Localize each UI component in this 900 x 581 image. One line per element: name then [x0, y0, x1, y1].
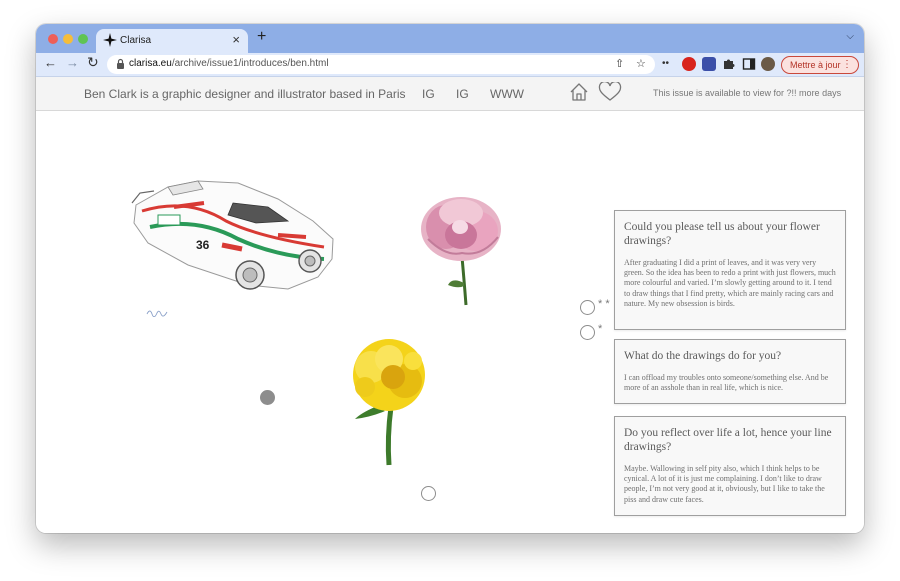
- availability-text: This issue is available to view for ?!! …: [653, 88, 842, 98]
- maximize-window-button[interactable]: [78, 34, 88, 44]
- link-instagram-2[interactable]: IG: [456, 87, 469, 101]
- racing-car-drawing[interactable]: 36: [128, 177, 338, 295]
- update-button-label: Mettre à jour: [790, 60, 841, 70]
- close-window-button[interactable]: [48, 34, 58, 44]
- lock-icon: [117, 58, 124, 69]
- minimize-window-button[interactable]: [63, 34, 73, 44]
- bookmark-star-icon[interactable]: ☆: [636, 57, 646, 70]
- browser-window: Clarisa × + ⌵ ← → ↻ clarisa.eu/archive/i…: [36, 24, 864, 533]
- share-icon[interactable]: ⇧: [615, 57, 624, 70]
- marker-circle-2[interactable]: [580, 325, 595, 340]
- qa-box-reflect-life: Do you reflect over life a lot, hence yo…: [614, 416, 846, 516]
- page-content: Ben Clark is a graphic designer and illu…: [36, 77, 864, 533]
- qa-answer: Maybe. Wallowing in self pity also, whic…: [624, 464, 825, 504]
- marker-circle-1[interactable]: [580, 300, 595, 315]
- address-bar[interactable]: clarisa.eu/archive/issue1/introduces/ben…: [107, 55, 655, 74]
- browser-toolbar: ← → ↻ clarisa.eu/archive/issue1/introduc…: [36, 53, 864, 77]
- site-header: Ben Clark is a graphic designer and illu…: [36, 77, 864, 111]
- new-tab-button[interactable]: +: [257, 28, 266, 46]
- link-instagram-1[interactable]: IG: [422, 87, 435, 101]
- tab-title: Clarisa: [120, 35, 152, 46]
- back-arrow-icon[interactable]: ←: [44, 55, 57, 70]
- puzzle-icon[interactable]: [722, 57, 736, 71]
- pink-flower-drawing[interactable]: [416, 187, 506, 307]
- qa-answer: I can offload my troubles onto someone/s…: [624, 373, 829, 393]
- qa-question: Do you reflect over life a lot, hence yo…: [624, 427, 832, 453]
- qa-question: What do the drawings do for you?: [624, 350, 782, 362]
- qa-question: Could you please tell us about your flow…: [624, 221, 820, 247]
- asterisk-marker-2: *: [598, 323, 603, 335]
- forward-arrow-icon[interactable]: →: [66, 55, 79, 70]
- url-text: clarisa.eu/archive/issue1/introduces/ben…: [129, 58, 329, 69]
- extension-dots-icon[interactable]: ••: [662, 58, 676, 72]
- qa-box-flower-drawings: Could you please tell us about your flow…: [614, 210, 846, 330]
- url-host: clarisa.eu: [129, 58, 172, 69]
- asterisk-marker-1: * *: [598, 298, 610, 310]
- sidebar-icon[interactable]: [742, 57, 756, 71]
- qa-answer: After graduating I did a print of leaves…: [624, 258, 836, 308]
- marker-circle-3[interactable]: [421, 486, 436, 501]
- artist-bio: Ben Clark is a graphic designer and illu…: [84, 87, 406, 101]
- signature-scribble: [146, 310, 168, 317]
- svg-text:36: 36: [196, 238, 210, 252]
- update-button[interactable]: Mettre à jour ⋮: [781, 56, 859, 74]
- reload-icon[interactable]: ↻: [87, 54, 99, 71]
- tab-search-chevron-icon[interactable]: ⌵: [846, 31, 854, 42]
- yellow-dandelion-drawing[interactable]: [341, 337, 436, 467]
- tab-clarisa[interactable]: Clarisa ×: [96, 29, 248, 53]
- home-icon[interactable]: [569, 82, 589, 102]
- opera-extension-icon[interactable]: [682, 57, 696, 71]
- tab-strip: Clarisa × + ⌵: [36, 24, 864, 53]
- url-path: /archive/issue1/introduces/ben.html: [171, 58, 329, 69]
- tab-close-icon[interactable]: ×: [232, 32, 240, 47]
- heart-icon[interactable]: [598, 82, 622, 102]
- extension-badge-icon[interactable]: [702, 57, 716, 71]
- marker-circle-filled[interactable]: [260, 390, 275, 405]
- link-website[interactable]: WWW: [490, 87, 524, 101]
- profile-avatar[interactable]: [761, 57, 775, 71]
- qa-box-drawings-purpose: What do the drawings do for you? I can o…: [614, 339, 846, 404]
- more-menu-icon[interactable]: ⋮: [842, 59, 852, 70]
- sparkle-favicon-icon: [103, 33, 117, 47]
